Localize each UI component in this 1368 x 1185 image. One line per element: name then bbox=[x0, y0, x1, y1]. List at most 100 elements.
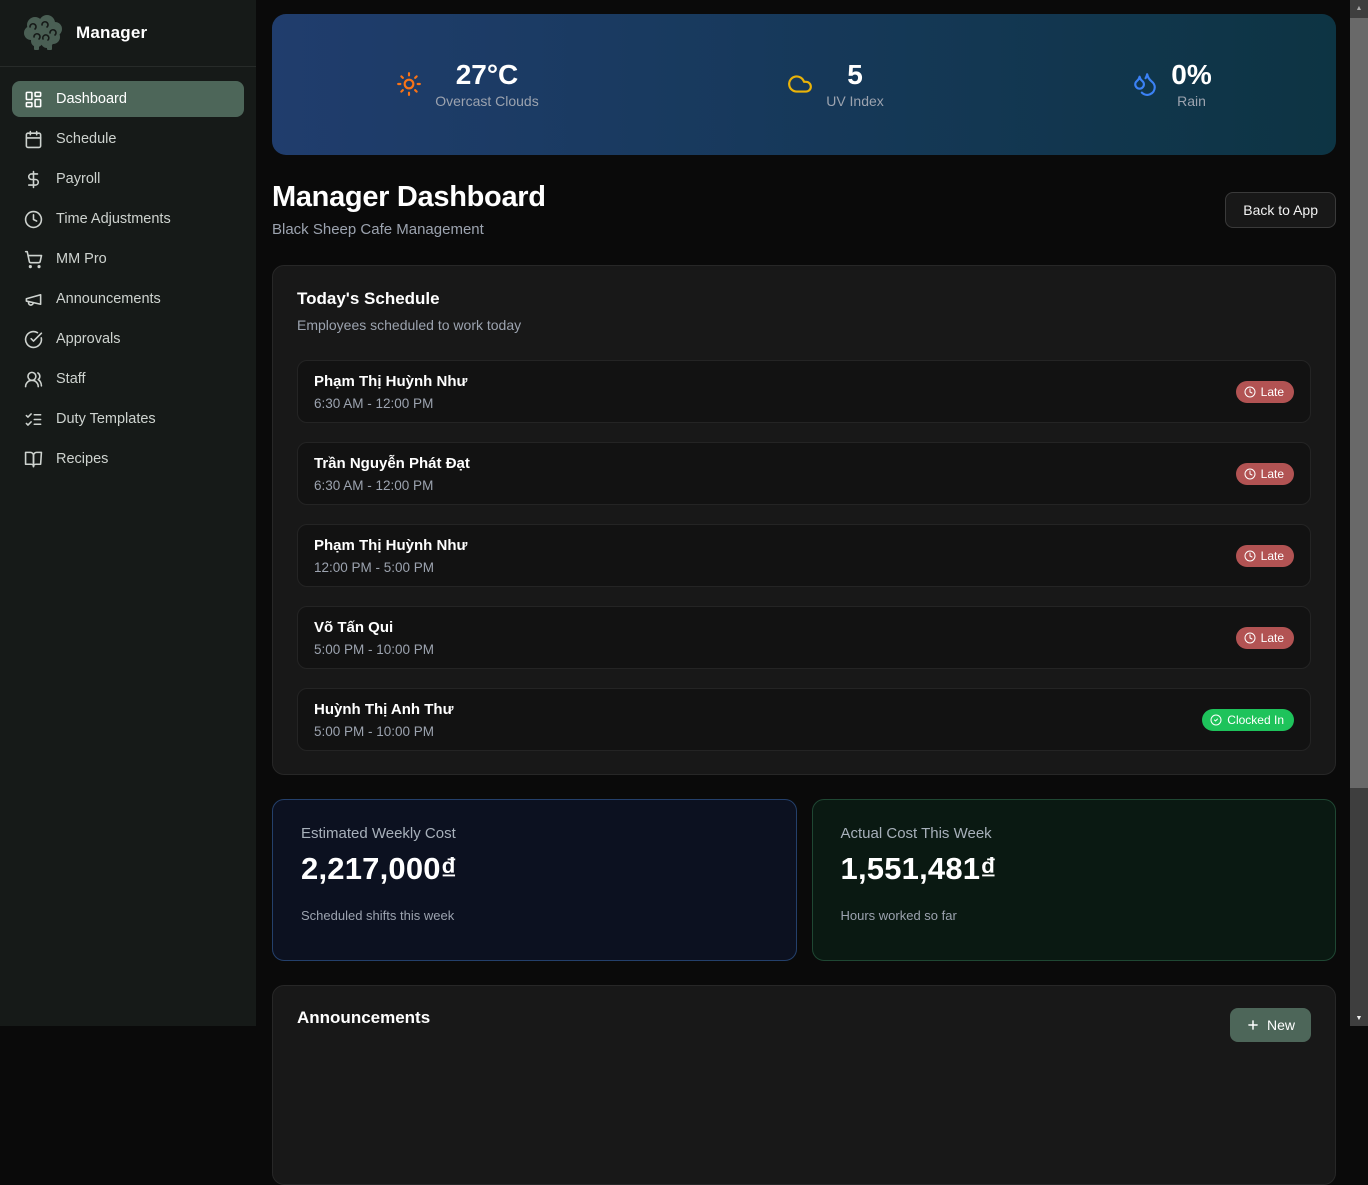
new-announcement-label: New bbox=[1267, 1017, 1295, 1033]
sidebar-item-label: Announcements bbox=[56, 291, 161, 307]
sidebar-item-payroll[interactable]: Payroll bbox=[12, 161, 244, 197]
sidebar-item-label: Recipes bbox=[56, 451, 108, 467]
sidebar-item-approvals[interactable]: Approvals bbox=[12, 321, 244, 357]
shift-row: Huỳnh Thị Anh Thư 5:00 PM - 10:00 PM Clock… bbox=[297, 688, 1311, 751]
status-badge-label: Late bbox=[1261, 549, 1284, 563]
shift-employee-name: Trần Nguyễn Phát Đạt bbox=[314, 455, 470, 472]
shift-employee-name: Phạm Thị Huỳnh Như bbox=[314, 537, 467, 554]
shift-info: Võ Tấn Qui 5:00 PM - 10:00 PM bbox=[314, 619, 434, 657]
clock-badge-icon bbox=[1244, 632, 1256, 644]
page-header: Manager Dashboard Black Sheep Cafe Manag… bbox=[272, 181, 1336, 238]
weather-rain-block: 0% Rain bbox=[1132, 60, 1211, 110]
status-badge-clocked-in: Clocked In bbox=[1202, 709, 1294, 731]
temperature-value: 27°C bbox=[435, 60, 538, 91]
sidebar-item-mm-pro[interactable]: MM Pro bbox=[12, 241, 244, 277]
cost-cards-row: Estimated Weekly Cost 2,217,000₫ Schedul… bbox=[272, 799, 1336, 961]
schedule-card-title: Today's Schedule bbox=[297, 289, 1311, 309]
sidebar-item-label: Schedule bbox=[56, 131, 116, 147]
status-badge-late: Late bbox=[1236, 381, 1294, 403]
sidebar-item-announcements[interactable]: Announcements bbox=[12, 281, 244, 317]
status-badge-label: Clocked In bbox=[1227, 713, 1284, 727]
sidebar-item-staff[interactable]: Staff bbox=[12, 361, 244, 397]
clock-badge-icon bbox=[1244, 468, 1256, 480]
sidebar-item-label: Dashboard bbox=[56, 91, 127, 107]
dashboard-icon bbox=[24, 90, 43, 109]
droplets-icon bbox=[1132, 71, 1158, 97]
shift-employee-name: Huỳnh Thị Anh Thư bbox=[314, 701, 453, 718]
sidebar-item-dashboard[interactable]: Dashboard bbox=[12, 81, 244, 117]
status-badge-late: Late bbox=[1236, 627, 1294, 649]
status-badge-label: Late bbox=[1261, 631, 1284, 645]
weather-uv-block: 5 UV Index bbox=[787, 60, 884, 110]
announcements-card: Announcements New bbox=[272, 985, 1336, 1185]
status-badge-label: Late bbox=[1261, 385, 1284, 399]
clock-icon bbox=[24, 210, 43, 229]
calendar-icon bbox=[24, 130, 43, 149]
back-to-app-button[interactable]: Back to App bbox=[1225, 192, 1336, 228]
scroll-down-arrow[interactable]: ▼ bbox=[1350, 1010, 1368, 1026]
estimated-cost-value: 2,217,000₫ bbox=[301, 851, 768, 887]
shift-employee-name: Phạm Thị Huỳnh Như bbox=[314, 373, 467, 390]
scrollbar-thumb[interactable] bbox=[1350, 18, 1368, 788]
app-header: Manager bbox=[0, 0, 256, 67]
shift-time: 6:30 AM - 12:00 PM bbox=[314, 396, 467, 411]
sidebar-item-label: Time Adjustments bbox=[56, 211, 171, 227]
megaphone-icon bbox=[24, 290, 43, 309]
sidebar-item-label: Staff bbox=[56, 371, 86, 387]
shift-time: 5:00 PM - 10:00 PM bbox=[314, 642, 434, 657]
cloud-icon bbox=[787, 71, 813, 97]
status-badge-late: Late bbox=[1236, 463, 1294, 485]
shift-info: Trần Nguyễn Phát Đạt 6:30 AM - 12:00 PM bbox=[314, 455, 470, 493]
weather-banner: 27°C Overcast Clouds 5 UV Index 0% Rain bbox=[272, 14, 1336, 155]
todays-schedule-card: Today's Schedule Employees scheduled to … bbox=[272, 265, 1336, 775]
uv-index-label: UV Index bbox=[826, 93, 884, 109]
rain-label: Rain bbox=[1171, 93, 1211, 109]
new-announcement-button[interactable]: New bbox=[1230, 1008, 1311, 1042]
scrollbar[interactable]: ▲ ▼ bbox=[1350, 0, 1368, 1026]
shift-time: 12:00 PM - 5:00 PM bbox=[314, 560, 467, 575]
clock-badge-icon bbox=[1244, 550, 1256, 562]
sidebar-item-label: MM Pro bbox=[56, 251, 107, 267]
sidebar-nav: Dashboard Schedule Payroll Time Adjustments… bbox=[0, 67, 256, 495]
book-icon bbox=[24, 450, 43, 469]
brain-logo-icon bbox=[22, 14, 64, 52]
status-badge-label: Late bbox=[1261, 467, 1284, 481]
shift-row: Phạm Thị Huỳnh Như 12:00 PM - 5:00 PM Late bbox=[297, 524, 1311, 587]
list-checks-icon bbox=[24, 410, 43, 429]
announcements-title: Announcements bbox=[297, 1008, 430, 1028]
page-subtitle: Black Sheep Cafe Management bbox=[272, 221, 546, 238]
main-content: 27°C Overcast Clouds 5 UV Index 0% Rain bbox=[256, 0, 1350, 1026]
check-circle-icon bbox=[24, 330, 43, 349]
actual-cost-card: Actual Cost This Week 1,551,481₫ Hours w… bbox=[812, 799, 1337, 961]
actual-cost-note: Hours worked so far bbox=[841, 908, 1308, 923]
sidebar: Manager Dashboard Schedule Payroll Time Adj… bbox=[0, 0, 256, 1026]
shift-row: Võ Tấn Qui 5:00 PM - 10:00 PM Late bbox=[297, 606, 1311, 669]
weather-temperature-block: 27°C Overcast Clouds bbox=[396, 60, 538, 110]
sidebar-item-recipes[interactable]: Recipes bbox=[12, 441, 244, 477]
estimated-cost-label: Estimated Weekly Cost bbox=[301, 825, 768, 842]
shift-employee-name: Võ Tấn Qui bbox=[314, 619, 434, 636]
estimated-cost-card: Estimated Weekly Cost 2,217,000₫ Schedul… bbox=[272, 799, 797, 961]
sidebar-item-label: Approvals bbox=[56, 331, 120, 347]
shift-info: Phạm Thị Huỳnh Như 12:00 PM - 5:00 PM bbox=[314, 537, 467, 575]
sun-icon bbox=[396, 71, 422, 97]
estimated-cost-note: Scheduled shifts this week bbox=[301, 908, 768, 923]
sidebar-item-time-adjustments[interactable]: Time Adjustments bbox=[12, 201, 244, 237]
scroll-up-arrow[interactable]: ▲ bbox=[1350, 0, 1368, 16]
sidebar-item-schedule[interactable]: Schedule bbox=[12, 121, 244, 157]
page-title: Manager Dashboard bbox=[272, 181, 546, 214]
shift-row: Trần Nguyễn Phát Đạt 6:30 AM - 12:00 PM La… bbox=[297, 442, 1311, 505]
shift-info: Huỳnh Thị Anh Thư 5:00 PM - 10:00 PM bbox=[314, 701, 453, 739]
actual-cost-label: Actual Cost This Week bbox=[841, 825, 1308, 842]
shift-row: Phạm Thị Huỳnh Như 6:30 AM - 12:00 PM Late bbox=[297, 360, 1311, 423]
weather-condition: Overcast Clouds bbox=[435, 93, 538, 109]
sidebar-item-duty-templates[interactable]: Duty Templates bbox=[12, 401, 244, 437]
shift-list: Phạm Thị Huỳnh Như 6:30 AM - 12:00 PM Late… bbox=[297, 360, 1311, 751]
users-icon bbox=[24, 370, 43, 389]
dollar-icon bbox=[24, 170, 43, 189]
app-title: Manager bbox=[76, 23, 147, 43]
shift-time: 5:00 PM - 10:00 PM bbox=[314, 724, 453, 739]
actual-cost-value: 1,551,481₫ bbox=[841, 851, 1308, 887]
plus-icon bbox=[1246, 1018, 1260, 1032]
shift-time: 6:30 AM - 12:00 PM bbox=[314, 478, 470, 493]
